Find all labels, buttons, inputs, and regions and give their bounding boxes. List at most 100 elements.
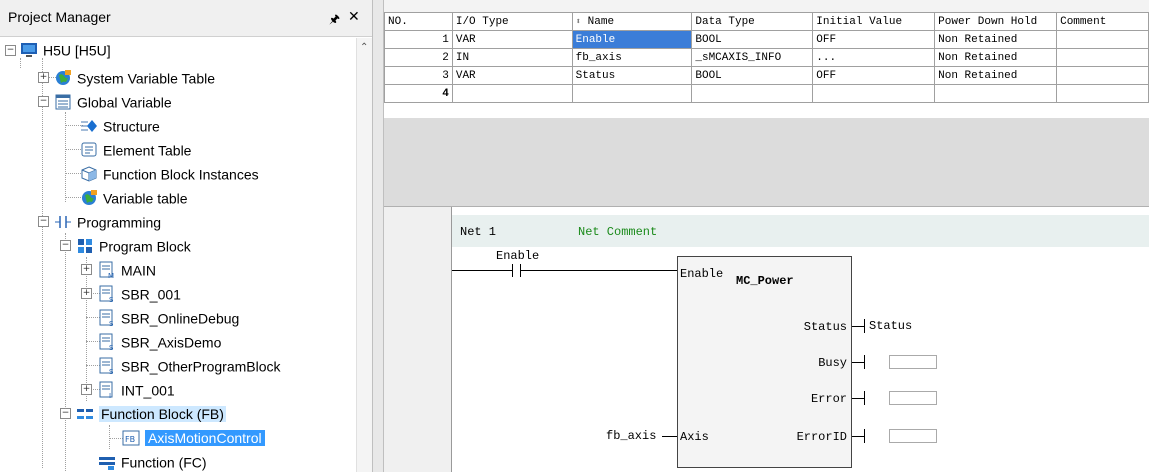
tree-item-system-variable-table[interactable]: System Variable Table [54, 66, 215, 88]
column-header-io-type[interactable]: I/O Type [451, 12, 573, 31]
network-header[interactable]: Net 1 Net Comment [452, 215, 1149, 247]
project-manager-titlebar: Project Manager 🖈 ✕ [0, 0, 372, 37]
fb-output-busy: Busy [818, 356, 847, 370]
network-comment[interactable]: Net Comment [578, 225, 657, 239]
table-row[interactable]: 2 IN fb_axis _sMCAXIS_INFO ... Non Retai… [384, 48, 1149, 67]
data-type-cell[interactable]: BOOL [691, 66, 814, 85]
io-type-cell[interactable]: VAR [451, 66, 573, 85]
element-table-icon [81, 142, 97, 157]
busy-output-field[interactable] [889, 355, 937, 369]
data-type-cell[interactable]: _sMCAXIS_INFO [691, 48, 814, 67]
output-tick [864, 355, 865, 369]
panel-title: Project Manager [8, 9, 111, 25]
power-down-hold-cell[interactable]: Non Retained [934, 66, 1058, 85]
tree-item-global-variable[interactable]: Global Variable [54, 90, 172, 112]
name-cell[interactable]: Enable [571, 30, 693, 49]
column-header-comment[interactable]: Comment [1056, 12, 1149, 31]
contact-left-bar[interactable] [512, 264, 513, 277]
tree-item-structure[interactable]: Structure [80, 114, 160, 136]
mc-power-block[interactable]: Enable MC_Power Axis Status Busy Error E… [677, 256, 852, 468]
expand-toggle-icon[interactable]: + [81, 384, 92, 395]
tree-item-sbr-otherprogramblock[interactable]: S SBR_OtherProgramBlock [98, 354, 281, 376]
column-header-initial-value[interactable]: Initial Value [812, 12, 936, 31]
collapse-toggle-icon[interactable]: − [60, 408, 71, 419]
tree-item-variable-table[interactable]: Variable table [80, 186, 188, 208]
tree-item-int-001[interactable]: I INT_001 [98, 378, 175, 400]
axis-variable[interactable]: fb_axis [606, 429, 656, 443]
name-cell[interactable] [571, 84, 693, 103]
network-label: Net 1 [460, 225, 497, 239]
column-header-power-down-hold[interactable]: Power Down Hold [934, 12, 1058, 31]
globe-icon [56, 70, 71, 86]
tree-item-h5u[interactable]: H5U [H5U] [20, 38, 111, 60]
function-icon [99, 457, 115, 471]
expand-toggle-icon[interactable]: + [38, 72, 49, 83]
io-type-cell[interactable]: VAR [451, 30, 573, 49]
tree-item-sbr-axisdemo[interactable]: S SBR_AxisDemo [98, 330, 221, 352]
initial-value-cell[interactable]: OFF [812, 30, 936, 49]
table-empty-area [384, 118, 1149, 207]
tree-item-program-block[interactable]: Program Block [76, 234, 191, 256]
comment-cell[interactable] [1056, 66, 1149, 85]
power-down-hold-cell[interactable]: Non Retained [934, 48, 1058, 67]
pin-icon[interactable]: 🖈 [329, 10, 340, 31]
comment-cell[interactable] [1056, 30, 1149, 49]
monitor-icon [21, 43, 37, 58]
errorid-output-field[interactable] [889, 429, 937, 443]
io-type-cell[interactable] [451, 84, 573, 103]
table-row[interactable]: 4 [384, 84, 1149, 103]
ladder-editor[interactable]: Net 1 Net Comment Enable Enable MC_Power… [384, 207, 1149, 472]
column-header-name[interactable]: ⬍ Name [571, 12, 693, 31]
data-type-cell[interactable]: BOOL [691, 30, 814, 49]
tree-item-element-table[interactable]: Element Table [80, 138, 191, 160]
initial-value-cell[interactable]: OFF [812, 66, 936, 85]
collapse-toggle-icon[interactable]: − [38, 216, 49, 227]
program-s-icon: S [99, 285, 114, 303]
power-down-hold-cell[interactable] [934, 84, 1058, 103]
cube-icon [81, 166, 97, 182]
column-header-data-type[interactable]: Data Type [691, 12, 814, 31]
collapse-toggle-icon[interactable]: − [38, 96, 49, 107]
tree-item-axismotioncontrol[interactable]: FB AxisMotionControl [122, 426, 265, 448]
initial-value-cell[interactable] [812, 84, 936, 103]
panel-splitter[interactable] [372, 0, 384, 472]
name-cell[interactable]: fb_axis [571, 48, 693, 67]
scroll-up-icon[interactable]: ⌃ [360, 42, 368, 53]
error-output-field[interactable] [889, 391, 937, 405]
tree-item-function-block-fb[interactable]: Function Block (FB) [76, 402, 226, 424]
status-variable[interactable]: Status [869, 319, 912, 333]
name-cell[interactable]: Status [571, 66, 693, 85]
wire [662, 436, 677, 437]
fb-input-enable: Enable [680, 267, 724, 281]
tree-scrollbar[interactable]: ⌃ [356, 38, 373, 472]
ladder-left-rail [384, 207, 452, 472]
table-row[interactable]: 1 VAR Enable BOOL OFF Non Retained [384, 30, 1149, 49]
table-header-row: NO. I/O Type ⬍ Name Data Type Initial Va… [384, 12, 1149, 31]
tree-item-programming[interactable]: Programming [54, 210, 161, 232]
svg-text:I: I [109, 392, 111, 399]
data-type-cell[interactable] [691, 84, 814, 103]
close-icon[interactable]: ✕ [348, 8, 360, 25]
comment-cell[interactable] [1056, 48, 1149, 67]
expand-toggle-icon[interactable]: + [81, 288, 92, 299]
output-tick [864, 429, 865, 443]
column-header-no[interactable]: NO. [384, 12, 453, 31]
tree-item-main[interactable]: M MAIN [98, 258, 156, 280]
table-row[interactable]: 3 VAR Status BOOL OFF Non Retained [384, 66, 1149, 85]
row-number[interactable]: 3 [384, 66, 453, 85]
tree-item-sbr-onlinedebug[interactable]: S SBR_OnlineDebug [98, 306, 239, 328]
collapse-toggle-icon[interactable]: − [5, 45, 16, 56]
tree-item-function-block-instances[interactable]: Function Block Instances [80, 162, 259, 184]
power-down-hold-cell[interactable]: Non Retained [934, 30, 1058, 49]
comment-cell[interactable] [1056, 84, 1149, 103]
initial-value-cell[interactable]: ... [812, 48, 936, 67]
tree-item-function-fc[interactable]: Function (FC) [98, 450, 207, 472]
expand-toggle-icon[interactable]: + [81, 264, 92, 275]
collapse-toggle-icon[interactable]: − [60, 240, 71, 251]
row-number[interactable]: 1 [384, 30, 453, 49]
tree-item-sbr-001[interactable]: S SBR_001 [98, 282, 181, 304]
row-number[interactable]: 2 [384, 48, 453, 67]
row-number[interactable]: 4 [384, 84, 453, 103]
io-type-cell[interactable]: IN [451, 48, 573, 67]
svg-text:S: S [109, 296, 114, 303]
